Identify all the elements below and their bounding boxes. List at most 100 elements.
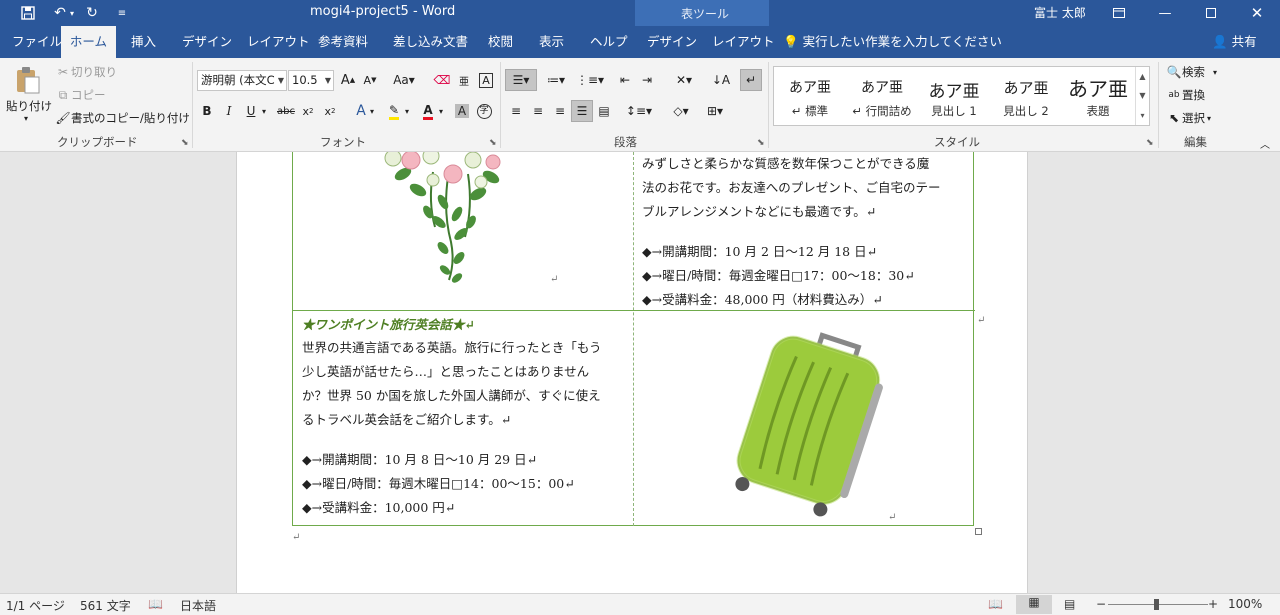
- grow-font-icon[interactable]: A ▲: [337, 69, 359, 91]
- tab-review[interactable]: 校閲: [486, 26, 515, 58]
- english-course-text[interactable]: ★ワンポイント旅行英会話★↵ 世界の共通言語である英語。旅行に行ったとき「もう …: [302, 313, 632, 525]
- word-count[interactable]: 561 文字: [80, 597, 131, 614]
- change-case-icon[interactable]: Aa▾: [389, 69, 419, 91]
- style-title[interactable]: あア亜 表題: [1064, 67, 1132, 125]
- show-marks-icon[interactable]: ↵: [740, 69, 762, 91]
- zoom-out-icon[interactable]: −: [1096, 597, 1106, 611]
- find-button[interactable]: 🔍 検索 ▾: [1166, 64, 1218, 80]
- tab-home[interactable]: ホーム: [61, 26, 116, 58]
- tab-table-layout[interactable]: レイアウト: [710, 26, 777, 58]
- distributed-icon[interactable]: ▤: [593, 100, 615, 122]
- ribbon-display-options-icon[interactable]: [1096, 0, 1142, 26]
- asian-layout-icon[interactable]: ✕▾: [669, 69, 699, 91]
- numbering-icon[interactable]: ≔▾: [541, 69, 571, 91]
- justify-icon[interactable]: ☰: [571, 100, 593, 122]
- text-line: ◆→開講期間：10 月 8 日〜10 月 29 日↵: [302, 452, 538, 467]
- save-icon[interactable]: [16, 3, 40, 23]
- character-shading-icon[interactable]: A: [451, 100, 473, 122]
- tab-table-design[interactable]: デザイン: [645, 26, 699, 58]
- sort-icon[interactable]: ↓A: [710, 69, 732, 91]
- subscript-icon[interactable]: x2: [297, 100, 319, 122]
- gallery-more-icon[interactable]: ▾: [1135, 105, 1149, 125]
- strikethrough-icon[interactable]: abc: [275, 100, 297, 122]
- format-painter-button[interactable]: 🖌 書式のコピー/貼り付け: [55, 110, 190, 126]
- redo-icon[interactable]: ↻: [80, 3, 104, 23]
- underline-dropdown-icon[interactable]: ▾: [258, 100, 270, 122]
- phonetic-guide-icon[interactable]: 亜: [453, 69, 475, 91]
- customize-quick-access-icon[interactable]: ≡: [110, 3, 134, 23]
- font-name-combo[interactable]: 游明朝 (本文C ▼: [197, 70, 287, 91]
- tab-mailings[interactable]: 差し込み文書: [391, 26, 470, 58]
- font-launcher-icon[interactable]: ⬊: [489, 138, 497, 148]
- text-line: 少し英語が話せたら…」と思ったことはありません: [302, 364, 590, 379]
- text-effects-dropdown-icon[interactable]: ▾: [366, 100, 378, 122]
- gallery-up-icon[interactable]: ▲: [1135, 67, 1149, 86]
- line-spacing-icon[interactable]: ↕≡▾: [624, 100, 654, 122]
- clear-formatting-icon[interactable]: ⌫: [431, 69, 453, 91]
- style-standard[interactable]: あア亜 ↵ 標準: [776, 67, 844, 125]
- tell-me-search[interactable]: 💡 実行したい作業を入力してください: [783, 26, 1002, 58]
- font-group-label: フォント: [320, 135, 366, 149]
- close-icon[interactable]: ✕: [1234, 0, 1280, 26]
- share-button[interactable]: 👤 共有: [1212, 26, 1257, 58]
- tab-view[interactable]: 表示: [537, 26, 566, 58]
- maximize-icon[interactable]: [1188, 0, 1234, 26]
- text-line: るトラベル英会話をご紹介します。↵: [302, 412, 512, 427]
- style-heading-2[interactable]: あア亜 見出し 2: [992, 67, 1060, 125]
- align-right-icon[interactable]: ≡: [549, 100, 571, 122]
- style-heading-1[interactable]: あア亜 見出し 1: [920, 67, 988, 125]
- align-center-icon[interactable]: ≡: [527, 100, 549, 122]
- user-name[interactable]: 富士 太郎: [1034, 4, 1086, 21]
- select-button[interactable]: ⬉ 選択 ▾: [1166, 110, 1211, 126]
- superscript-icon[interactable]: x2: [319, 100, 341, 122]
- shrink-font-icon[interactable]: A ▼: [359, 69, 381, 91]
- multilevel-list-icon[interactable]: ⋮≡▾: [575, 69, 605, 91]
- italic-icon[interactable]: I: [218, 100, 240, 122]
- increase-indent-icon[interactable]: ⇥: [636, 69, 658, 91]
- zoom-level[interactable]: 100%: [1228, 597, 1262, 611]
- paste-icon[interactable]: [10, 66, 46, 94]
- font-color-dropdown-icon[interactable]: ▾: [435, 100, 447, 122]
- styles-launcher-icon[interactable]: ⬊: [1146, 138, 1154, 148]
- style-no-spacing[interactable]: あア亜 ↵ 行間詰め: [848, 67, 916, 125]
- tab-design[interactable]: デザイン: [180, 26, 234, 58]
- character-border-icon[interactable]: A: [475, 69, 497, 91]
- tab-references[interactable]: 参考資料: [316, 26, 370, 58]
- tab-layout[interactable]: レイアウト: [245, 26, 312, 58]
- flower-course-text[interactable]: みずしさと柔らかな質感を数年保つことができる魔 法のお花です。お友達へのプレゼン…: [642, 152, 972, 310]
- bullets-icon[interactable]: ☰▾: [505, 69, 537, 91]
- paste-button[interactable]: 貼り付け: [6, 98, 52, 114]
- page-count[interactable]: 1/1 ページ: [6, 597, 65, 614]
- replace-button[interactable]: ab 置換: [1166, 87, 1205, 103]
- minimize-icon[interactable]: —: [1142, 0, 1188, 26]
- shading-icon[interactable]: ◇▾: [666, 100, 696, 122]
- gallery-down-icon[interactable]: ▼: [1135, 86, 1149, 105]
- copy-button[interactable]: ⧉ コピー: [55, 87, 106, 103]
- paste-dropdown-icon[interactable]: ▾: [24, 114, 28, 123]
- undo-dropdown-icon[interactable]: ▾: [66, 3, 78, 23]
- language-indicator[interactable]: 日本語: [180, 597, 216, 614]
- proofing-icon[interactable]: 📖: [148, 597, 163, 611]
- paragraph-launcher-icon[interactable]: ⬊: [757, 138, 765, 148]
- read-mode-icon[interactable]: 📖: [988, 597, 1003, 611]
- align-left-icon[interactable]: ≡: [505, 100, 527, 122]
- font-size-combo[interactable]: 10.5 ▼: [288, 70, 334, 91]
- bold-icon[interactable]: B: [196, 100, 218, 122]
- tab-file[interactable]: ファイル: [10, 26, 64, 58]
- decrease-indent-icon[interactable]: ⇤: [614, 69, 636, 91]
- tab-insert[interactable]: 挿入: [129, 26, 158, 58]
- highlight-dropdown-icon[interactable]: ▾: [401, 100, 413, 122]
- enclose-characters-icon[interactable]: 字: [473, 100, 495, 122]
- zoom-in-icon[interactable]: +: [1208, 597, 1218, 611]
- tab-help[interactable]: ヘルプ: [588, 26, 630, 58]
- zoom-slider-thumb[interactable]: [1154, 599, 1159, 610]
- clipboard-launcher-icon[interactable]: ⬊: [181, 138, 189, 148]
- table-resize-handle[interactable]: [975, 528, 982, 535]
- cut-button[interactable]: ✂ 切り取り: [55, 64, 117, 80]
- collapse-ribbon-icon[interactable]: ︿: [1260, 136, 1270, 151]
- document-page[interactable]: ↵ みずしさと柔らかな質感を数年保つことができる魔 法のお花です。お友達へのプレ…: [236, 152, 1028, 593]
- print-layout-icon[interactable]: ▦: [1016, 595, 1052, 614]
- course-table[interactable]: ↵ みずしさと柔らかな質感を数年保つことができる魔 法のお花です。お友達へのプレ…: [292, 152, 985, 526]
- web-layout-icon[interactable]: ▤: [1064, 597, 1075, 611]
- borders-icon[interactable]: ⊞▾: [700, 100, 730, 122]
